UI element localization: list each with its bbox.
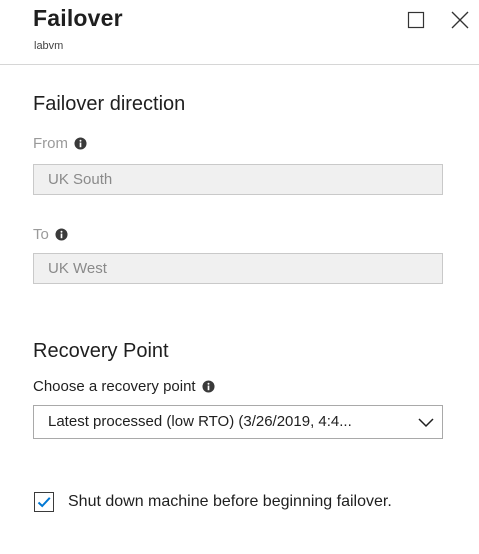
close-icon [451, 11, 469, 29]
recovery-point-heading: Recovery Point [33, 340, 169, 362]
shutdown-checkbox[interactable] [34, 492, 54, 512]
maximize-button[interactable] [404, 8, 428, 32]
blade-header: Failover labvm [0, 0, 479, 65]
shutdown-checkbox-label[interactable]: Shut down machine before beginning failo… [68, 488, 448, 516]
info-icon[interactable] [202, 380, 215, 393]
blade-subtitle: labvm [34, 40, 64, 52]
from-label-row: From [33, 135, 87, 152]
blade-title: Failover [33, 5, 123, 31]
checkmark-icon [37, 497, 51, 508]
from-label: From [33, 135, 68, 152]
to-label: To [33, 226, 49, 243]
recovery-point-label: Choose a recovery point [33, 378, 196, 395]
to-label-row: To [33, 226, 68, 243]
from-region-field: UK South [33, 164, 443, 195]
maximize-icon [407, 11, 425, 29]
close-button[interactable] [448, 8, 472, 32]
recovery-point-label-row: Choose a recovery point [33, 378, 215, 395]
recovery-point-dropdown[interactable]: Latest processed (low RTO) (3/26/2019, 4… [33, 405, 443, 439]
failover-direction-heading: Failover direction [33, 93, 186, 115]
info-icon[interactable] [55, 228, 68, 241]
recovery-point-selected: Latest processed (low RTO) (3/26/2019, 4… [48, 413, 352, 430]
chevron-down-icon [418, 418, 434, 428]
info-icon[interactable] [74, 137, 87, 150]
to-region-field: UK West [33, 253, 443, 284]
